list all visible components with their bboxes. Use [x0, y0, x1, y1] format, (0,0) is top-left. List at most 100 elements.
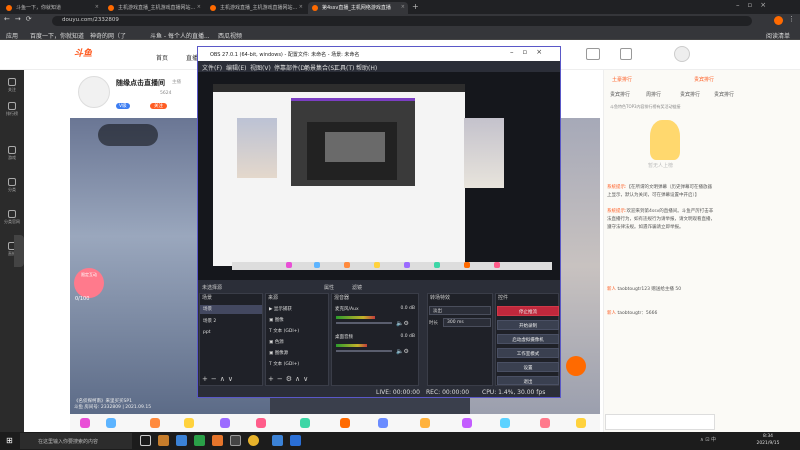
gift-icon[interactable]	[378, 418, 388, 428]
sidebar-item-game[interactable]: 游戏	[2, 144, 22, 166]
gift-icon[interactable]	[540, 418, 550, 428]
obs-menu-item[interactable]: 文件(F)	[202, 63, 222, 72]
floating-action-button[interactable]	[566, 356, 586, 376]
source-item[interactable]: ▣ 图像	[266, 316, 328, 325]
bookmark-item[interactable]: 应用	[6, 31, 18, 40]
volume-slider[interactable]	[336, 322, 392, 324]
tab-top-rank[interactable]: 土豪排行	[612, 76, 632, 83]
system-tray[interactable]: ∧ ⊡ 中	[700, 436, 716, 443]
close-icon[interactable]: ×	[299, 4, 303, 10]
tab-vip-rank[interactable]: 贵宾排行	[694, 76, 714, 83]
bookmark-item[interactable]: 斗鱼 - 每个人的直播...	[150, 31, 210, 40]
close-icon[interactable]: ×	[95, 4, 99, 10]
reading-list-button[interactable]: 阅读清单	[766, 31, 790, 40]
start-recording-button[interactable]: 开始录制	[497, 320, 559, 330]
url-input[interactable]: douyu.com/2332809	[52, 16, 752, 26]
gift-icon[interactable]	[184, 418, 194, 428]
scene-item[interactable]: 场景	[200, 305, 262, 314]
settings-button[interactable]: 设置	[497, 362, 559, 372]
gift-icon[interactable]	[80, 418, 90, 428]
speaker-icon[interactable]: 🔈⚙	[396, 320, 409, 327]
filters-button[interactable]: 滤镜	[352, 284, 362, 291]
browser-tab[interactable]: 主机游戏直播_主机游戏直播网站... ×	[104, 2, 204, 14]
chrome-taskbar-icon[interactable]	[248, 435, 259, 446]
window-controls[interactable]: –▫×	[736, 1, 774, 9]
source-item[interactable]: ▣ 图像源	[266, 349, 328, 358]
taskbar-search[interactable]: 在这里输入你要搜索的内容	[20, 433, 132, 449]
close-icon[interactable]: ×	[197, 4, 201, 10]
douyu-logo[interactable]: 斗鱼	[74, 46, 108, 62]
taskbar-app-icon[interactable]	[194, 435, 205, 446]
taskbar-app-icon[interactable]	[158, 435, 169, 446]
volume-slider[interactable]	[336, 350, 392, 352]
source-item[interactable]: ▶ 显示捕获	[266, 305, 328, 314]
gift-icon[interactable]	[300, 418, 310, 428]
bookmark-item[interactable]: 西瓜视频	[218, 31, 242, 40]
taskbar-clock[interactable]: 8:34 2021/9/15	[746, 433, 790, 447]
exit-button[interactable]: 退出	[497, 376, 559, 385]
virtual-camera-button[interactable]: 启动虚拟摄像机	[497, 334, 559, 344]
sidebar-collapse-handle[interactable]	[14, 235, 24, 267]
source-list-controls[interactable]: +−⚙∧∨	[268, 375, 311, 383]
obs-menu-item[interactable]: 编辑(E)	[226, 63, 246, 72]
bookmark-item[interactable]: 百度一下，你就知道	[30, 31, 84, 40]
user-avatar[interactable]	[674, 46, 690, 62]
obs-menu-item[interactable]: 停靠部件(D)	[274, 63, 307, 72]
gift-icon[interactable]	[462, 418, 472, 428]
studio-mode-button[interactable]: 工作室模式	[497, 348, 559, 358]
history-icon[interactable]	[620, 48, 632, 60]
scene-item[interactable]: ppt	[200, 329, 262, 338]
taskbar-app-icon[interactable]	[176, 435, 187, 446]
taskbar-app-icon[interactable]	[272, 435, 283, 446]
transition-select[interactable]: 淡出	[429, 306, 491, 315]
nav-buttons[interactable]: ←→⟳	[4, 15, 37, 23]
gift-icon[interactable]	[256, 418, 266, 428]
obs-menu-item[interactable]: 工具(T)	[334, 63, 354, 72]
streamer-card[interactable]	[98, 124, 158, 146]
speaker-icon[interactable]: 🔈⚙	[396, 348, 409, 355]
profile-avatar[interactable]	[774, 16, 783, 25]
sub-tab[interactable]: 贵宾排行	[610, 91, 630, 98]
gift-icon[interactable]	[500, 418, 510, 428]
sidebar-item-follow[interactable]: 关注	[2, 76, 22, 98]
gift-icon[interactable]	[340, 418, 350, 428]
obs-menu-item[interactable]: 视图(V)	[250, 63, 271, 72]
upload-icon[interactable]	[586, 48, 600, 60]
gift-icon[interactable]	[420, 418, 430, 428]
gift-icon[interactable]	[150, 418, 160, 428]
stop-streaming-button[interactable]: 停止推流	[497, 306, 559, 316]
task-view-icon[interactable]	[140, 435, 151, 446]
scene-list-controls[interactable]: +−∧∨	[202, 375, 236, 383]
sub-tab[interactable]: 周排行	[646, 91, 661, 98]
obs-taskbar-icon[interactable]	[230, 435, 241, 446]
source-item[interactable]: T 文本 (GDI+)	[266, 327, 328, 336]
windows-start-icon[interactable]: ⊞	[6, 436, 16, 446]
scene-item[interactable]: 场景 2	[200, 317, 262, 326]
duration-input[interactable]: 300 ms	[443, 318, 491, 327]
properties-button[interactable]: 属性	[324, 284, 334, 291]
menu-icon[interactable]: ⋮	[788, 15, 795, 23]
gift-icon[interactable]	[220, 418, 230, 428]
taskbar-app-icon[interactable]	[212, 435, 223, 446]
browser-tab-active[interactable]: 第4ssv直播_主机网络游戏直播 ×	[308, 2, 408, 14]
sub-tab[interactable]: 贵宾排行	[714, 91, 734, 98]
obs-menu-item[interactable]: 场景集合(S)	[304, 63, 337, 72]
browser-tab[interactable]: 斗鱼一下，你就知道 ×	[2, 2, 102, 14]
close-icon[interactable]: ×	[401, 4, 405, 10]
chat-input[interactable]	[605, 414, 715, 430]
sidebar-item-rank[interactable]: 排行榜	[2, 100, 22, 122]
streamer-avatar[interactable]	[78, 76, 110, 108]
source-item[interactable]: ▣ 色源	[266, 338, 328, 347]
sidebar-item-category[interactable]: 分类	[2, 176, 22, 198]
obs-menu-item[interactable]: 帮助(H)	[356, 63, 377, 72]
gift-icon[interactable]	[106, 418, 116, 428]
obs-window-controls[interactable]: –▫×	[510, 48, 551, 56]
interaction-badge[interactable]: 限定互动	[74, 268, 104, 298]
source-item[interactable]: T 文本 (GDI+)	[266, 360, 328, 369]
nav-home[interactable]: 首页	[156, 53, 168, 62]
bookmark-item[interactable]: 神奇的网（了	[90, 31, 126, 40]
sub-tab[interactable]: 贵宾排行	[680, 91, 700, 98]
gift-icon[interactable]	[576, 418, 586, 428]
taskbar-app-icon[interactable]	[290, 435, 301, 446]
new-tab-icon[interactable]: +	[412, 2, 419, 11]
